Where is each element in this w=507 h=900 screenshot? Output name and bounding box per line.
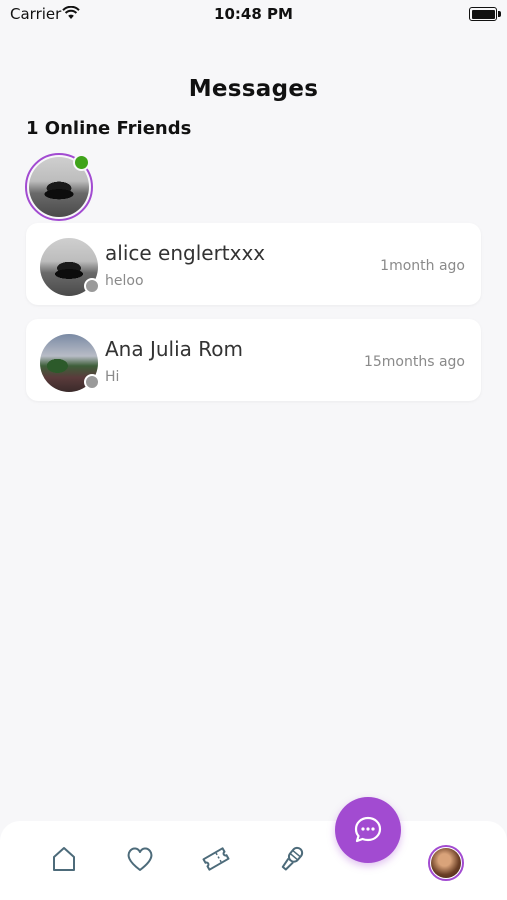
- offline-status-dot: [84, 278, 100, 294]
- contact-name: alice englertxxx: [105, 241, 266, 265]
- online-status-dot: [73, 154, 90, 171]
- page-title: Messages: [188, 76, 319, 102]
- conversation-card[interactable]: Ana Julia Rom Hi 15months ago: [26, 319, 481, 401]
- chat-button[interactable]: [335, 797, 401, 863]
- profile-photo: [431, 848, 461, 878]
- contact-name: Ana Julia Rom: [105, 337, 243, 361]
- clock: 10:48 PM: [214, 5, 293, 23]
- online-friends-heading: 1 Online Friends: [26, 118, 192, 139]
- ticket-icon[interactable]: [198, 841, 234, 877]
- message-time: 15months ago: [363, 354, 465, 370]
- microphone-icon[interactable]: [274, 841, 310, 877]
- home-icon[interactable]: [46, 841, 82, 877]
- message-time: 1month ago: [380, 258, 465, 274]
- message-preview: Hi: [105, 369, 120, 385]
- status-bar: Carrier 10:48 PM: [0, 0, 507, 30]
- heart-icon[interactable]: [122, 841, 158, 877]
- chat-icon: [354, 816, 382, 843]
- battery-icon: [469, 7, 501, 21]
- offline-status-dot: [84, 374, 100, 390]
- profile-avatar-tab[interactable]: [428, 845, 464, 881]
- message-preview: heloo: [105, 273, 144, 289]
- conversation-card[interactable]: alice englertxxx heloo 1month ago: [26, 223, 481, 305]
